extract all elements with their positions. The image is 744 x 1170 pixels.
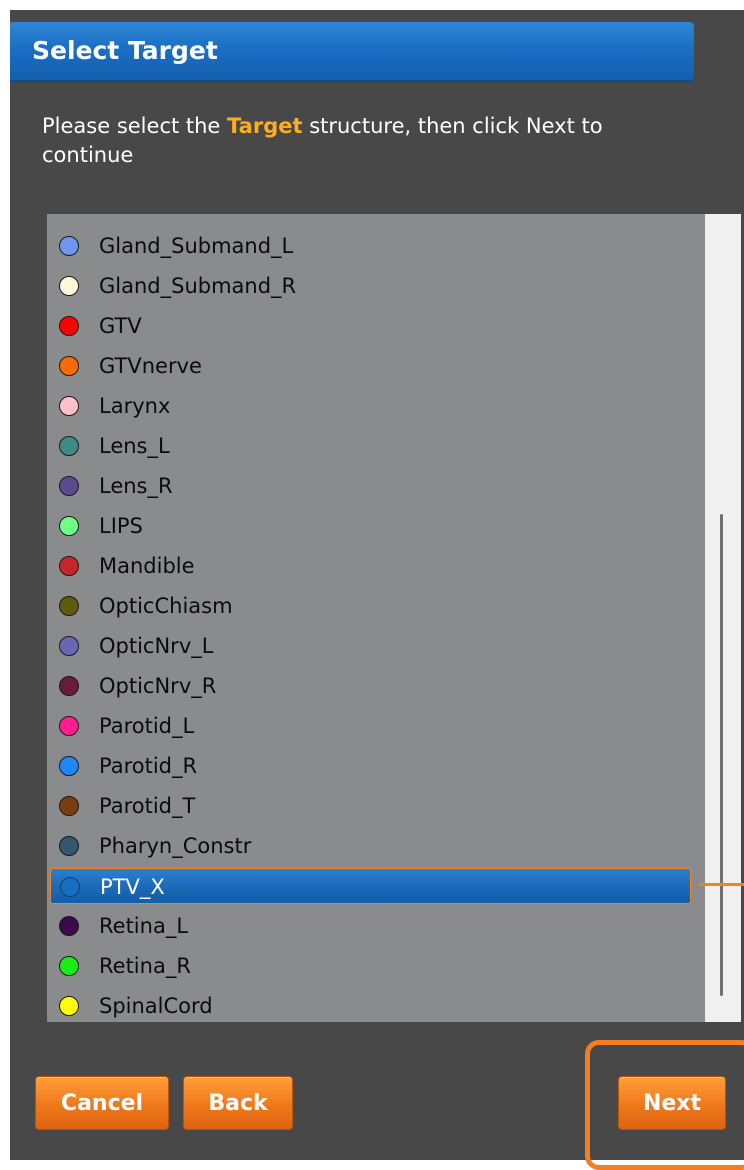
structure-label: OpticNrv_R [99,674,217,698]
selection-pointer-line [699,883,744,886]
structure-label: PTV_X [100,875,165,899]
dialog-header: Select Target [10,22,694,82]
structure-color-icon [59,396,79,416]
structure-color-icon [59,556,79,576]
structure-color-icon [59,836,79,856]
structure-item[interactable]: GTV [47,308,692,344]
structure-color-icon [59,516,79,536]
structure-item[interactable]: OpticNrv_R [47,668,692,704]
structure-label: GTVnerve [99,354,202,378]
structure-label: Parotid_R [99,754,198,778]
structure-color-icon [59,236,79,256]
scrollbar-thumb[interactable] [720,514,723,996]
structure-item[interactable]: Gland_Submand_L [47,228,692,264]
structure-item[interactable]: Mandible [47,548,692,584]
structure-label: Retina_L [99,914,189,938]
structure-color-icon [59,596,79,616]
structure-color-icon [59,436,79,456]
structure-item[interactable]: OpticChiasm [47,588,692,624]
structure-label: Lens_R [99,474,173,498]
instruction-highlight: Target [227,114,303,138]
structure-label: Parotid_T [99,794,196,818]
next-button-highlight [585,1040,744,1170]
structure-list[interactable]: Gland_Submand_L Gland_Submand_R GTV GTVnerv… [47,214,741,1022]
instruction-text: Please select the Target structure, then… [42,112,692,170]
structure-label: GTV [99,314,142,338]
structure-label: OpticChiasm [99,594,233,618]
structure-item[interactable]: Retina_R [47,948,692,984]
structure-label: Pharyn_Constr [99,834,252,858]
structure-color-icon [59,276,79,296]
back-button[interactable]: Back [183,1076,293,1130]
structure-color-icon [59,356,79,376]
structure-item[interactable]: GTVnerve [47,348,692,384]
structure-item[interactable]: Larynx [47,388,692,424]
structure-color-icon [59,796,79,816]
structure-item[interactable]: Pharyn_Constr [47,828,692,864]
structure-color-icon [59,756,79,776]
structure-color-icon [59,996,79,1016]
structure-label: LIPS [99,514,143,538]
structure-label: Gland_Submand_R [99,274,297,298]
structure-item[interactable]: Gland_Submand_R [47,268,692,304]
structure-label: Mandible [99,554,195,578]
instruction-prefix: Please select the [42,114,228,138]
structure-label: Parotid_L [99,714,195,738]
cancel-button[interactable]: Cancel [35,1076,169,1130]
structure-item[interactable]: PTV_X [50,868,691,904]
structure-label: Gland_Submand_L [99,234,294,258]
structure-item[interactable]: Parotid_T [47,788,692,824]
structure-item[interactable]: Lens_L [47,428,692,464]
structure-item[interactable]: Parotid_R [47,748,692,784]
structure-color-icon [59,316,79,336]
dialog-title: Select Target [32,36,218,65]
structure-color-icon [59,636,79,656]
structure-label: Retina_R [99,954,191,978]
structure-item[interactable]: LIPS [47,508,692,544]
structure-label: Larynx [99,394,171,418]
structure-label: Lens_L [99,434,170,458]
structure-color-icon [59,676,79,696]
structure-color-icon [59,716,79,736]
select-target-dialog: Select Target Please select the Target s… [10,10,744,1160]
structure-item[interactable]: Parotid_L [47,708,692,744]
structure-color-icon [60,877,80,897]
structure-item[interactable]: OpticNrv_L [47,628,692,664]
structure-color-icon [59,916,79,936]
structure-label: OpticNrv_L [99,634,214,658]
structure-color-icon [59,956,79,976]
structure-label: SpinalCord [99,994,213,1018]
structure-color-icon [59,476,79,496]
structure-item[interactable]: SpinalCord [47,988,692,1022]
structure-item[interactable]: Retina_L [47,908,692,944]
list-scrollbar[interactable] [705,214,741,1022]
structure-item[interactable]: Lens_R [47,468,692,504]
